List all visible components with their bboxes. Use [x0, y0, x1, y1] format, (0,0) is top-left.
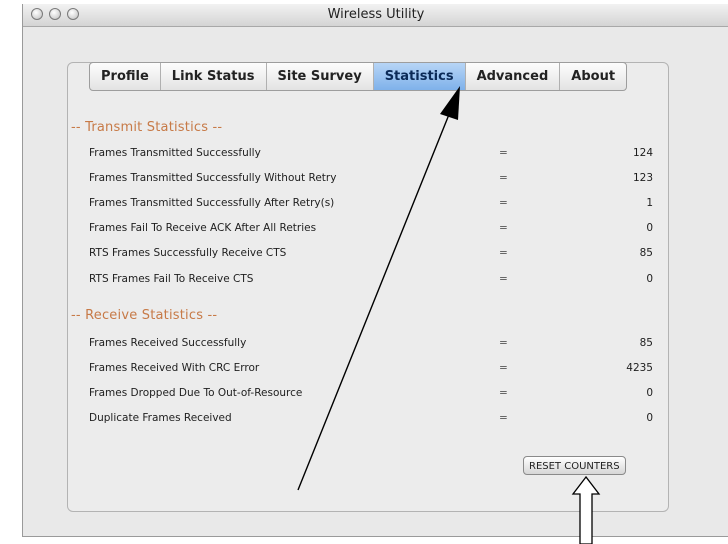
stat-equals: =: [499, 337, 508, 349]
stat-label: Frames Fail To Receive ACK After All Ret…: [89, 222, 317, 234]
reset-counters-button[interactable]: RESET COUNTERS: [523, 456, 626, 475]
stat-value: 85: [639, 247, 653, 259]
stat-row: Frames Transmitted Successfully Without …: [89, 169, 659, 189]
tab-bar: Profile Link Status Site Survey Statisti…: [89, 62, 628, 91]
stat-label: Duplicate Frames Received: [89, 412, 232, 424]
transmit-statistics-heading: -- Transmit Statistics --: [71, 120, 223, 135]
stat-equals: =: [499, 197, 508, 209]
title-bar[interactable]: Wireless Utility: [23, 4, 728, 27]
tab-advanced[interactable]: Advanced: [466, 63, 561, 90]
tab-site-survey[interactable]: Site Survey: [267, 63, 374, 90]
stat-row: Duplicate Frames Received = 0: [89, 409, 659, 429]
stat-equals: =: [499, 387, 508, 399]
stat-value: 123: [632, 172, 653, 184]
stat-value: 0: [646, 222, 653, 234]
stat-equals: =: [499, 273, 508, 285]
stat-label: Frames Received With CRC Error: [89, 362, 260, 374]
stat-label: Frames Dropped Due To Out-of-Resource: [89, 387, 303, 399]
window-title: Wireless Utility: [327, 7, 425, 22]
tab-about[interactable]: About: [560, 63, 626, 90]
stat-value: 0: [646, 412, 653, 424]
stat-row: Frames Received Successfully = 85: [89, 334, 659, 354]
stat-equals: =: [499, 362, 508, 374]
stat-label: Frames Transmitted Successfully: [89, 147, 261, 159]
stat-equals: =: [499, 172, 508, 184]
stat-label: Frames Received Successfully: [89, 337, 247, 349]
stat-row: Frames Received With CRC Error = 4235: [89, 359, 659, 379]
stat-value: 4235: [626, 362, 653, 374]
stat-value: 85: [639, 337, 653, 349]
stat-row: RTS Frames Fail To Receive CTS = 0: [89, 270, 659, 290]
stat-value: 0: [646, 387, 653, 399]
receive-statistics-heading: -- Receive Statistics --: [71, 308, 218, 323]
stat-row: Frames Fail To Receive ACK After All Ret…: [89, 219, 659, 239]
stat-label: RTS Frames Fail To Receive CTS: [89, 273, 254, 285]
tab-link-status[interactable]: Link Status: [161, 63, 267, 90]
tab-profile[interactable]: Profile: [90, 63, 161, 90]
app-window: Wireless Utility Profile Link Status Sit…: [22, 4, 728, 537]
stat-equals: =: [499, 412, 508, 424]
stat-value: 1: [646, 197, 653, 209]
stat-label: Frames Transmitted Successfully Without …: [89, 172, 337, 184]
stat-row: Frames Transmitted Successfully After Re…: [89, 194, 659, 214]
stat-row: RTS Frames Successfully Receive CTS = 85: [89, 244, 659, 264]
stat-row: Frames Transmitted Successfully = 124: [89, 144, 659, 164]
stat-value: 124: [632, 147, 653, 159]
stat-equals: =: [499, 147, 508, 159]
tab-statistics[interactable]: Statistics: [373, 63, 466, 90]
stat-row: Frames Dropped Due To Out-of-Resource = …: [89, 384, 659, 404]
stat-equals: =: [499, 222, 508, 234]
stat-value: 0: [646, 273, 653, 285]
stat-label: Frames Transmitted Successfully After Re…: [89, 197, 335, 209]
stat-equals: =: [499, 247, 508, 259]
stat-label: RTS Frames Successfully Receive CTS: [89, 247, 287, 259]
